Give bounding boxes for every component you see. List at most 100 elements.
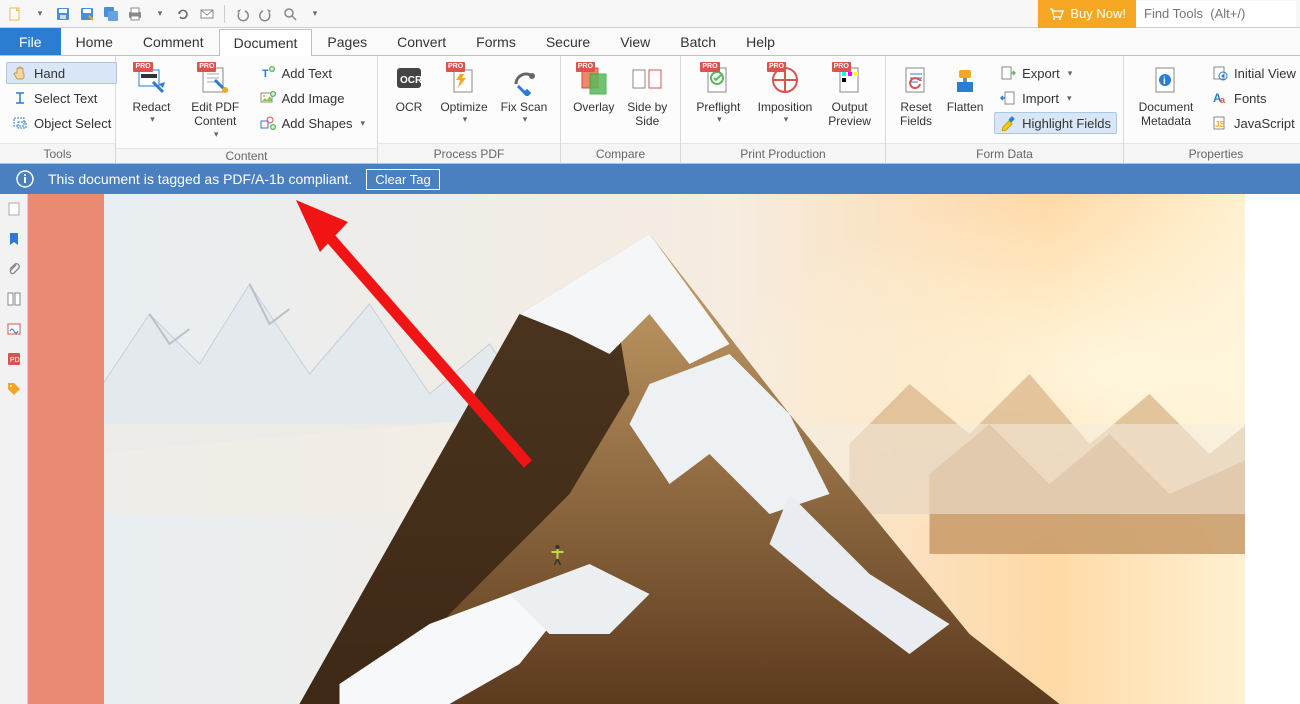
highlight-fields-button[interactable]: Highlight Fields bbox=[994, 112, 1117, 134]
buy-now-button[interactable]: Buy Now! bbox=[1038, 0, 1136, 28]
save-icon[interactable] bbox=[52, 3, 74, 25]
svg-text:i: i bbox=[1163, 76, 1166, 87]
fonts-label: Fonts bbox=[1234, 91, 1267, 106]
tab-home[interactable]: Home bbox=[61, 28, 128, 55]
object-select-label: Object Select bbox=[34, 116, 111, 131]
tab-pages[interactable]: Pages bbox=[312, 28, 382, 55]
save-as-icon[interactable] bbox=[76, 3, 98, 25]
object-select-tool[interactable]: Object Select bbox=[6, 112, 117, 134]
redo-icon[interactable] bbox=[255, 3, 277, 25]
find-tools-input[interactable] bbox=[1136, 1, 1296, 27]
add-shapes-icon bbox=[260, 115, 276, 131]
svg-text:a: a bbox=[1220, 95, 1226, 105]
javascript-button[interactable]: JS JavaScript bbox=[1206, 112, 1300, 134]
sidebar-tags-icon[interactable] bbox=[5, 380, 23, 398]
group-form-data: Reset Fields Flatten Export▾ Import▾ Hig… bbox=[886, 56, 1124, 163]
export-button[interactable]: Export▾ bbox=[994, 62, 1117, 84]
tab-batch[interactable]: Batch bbox=[665, 28, 731, 55]
tab-document[interactable]: Document bbox=[219, 29, 313, 56]
group-properties-label: Properties bbox=[1124, 143, 1300, 163]
tab-view[interactable]: View bbox=[605, 28, 665, 55]
redact-button[interactable]: PRO Redact▾ bbox=[122, 60, 181, 129]
sidebar-pages-icon[interactable] bbox=[5, 200, 23, 218]
initial-view-icon bbox=[1212, 65, 1228, 81]
document-canvas[interactable] bbox=[28, 194, 1300, 704]
tab-forms[interactable]: Forms bbox=[461, 28, 531, 55]
revert-icon[interactable] bbox=[172, 3, 194, 25]
flatten-button[interactable]: Flatten bbox=[940, 60, 990, 118]
initial-view-button[interactable]: Initial View bbox=[1206, 62, 1300, 84]
fix-scan-button[interactable]: Fix Scan▾ bbox=[494, 60, 554, 129]
flatten-label: Flatten bbox=[947, 100, 984, 114]
add-text-button[interactable]: T Add Text bbox=[254, 62, 371, 84]
ocr-button[interactable]: OCR OCR bbox=[384, 60, 434, 118]
imposition-button[interactable]: PRO Imposition▾ bbox=[750, 60, 821, 129]
export-icon bbox=[1000, 65, 1016, 81]
add-shapes-label: Add Shapes bbox=[282, 116, 353, 131]
optimize-button[interactable]: PRO Optimize▾ bbox=[434, 60, 494, 129]
new-doc-icon[interactable] bbox=[4, 3, 26, 25]
side-by-side-icon bbox=[631, 64, 663, 96]
edit-pdf-button[interactable]: PRO Edit PDF Content▾ bbox=[181, 60, 250, 144]
group-print-production-label: Print Production bbox=[681, 143, 885, 163]
compliance-infobar: This document is tagged as PDF/A-1b comp… bbox=[0, 164, 1300, 194]
side-by-side-button[interactable]: Side by Side bbox=[621, 60, 675, 133]
fonts-button[interactable]: Aa Fonts bbox=[1206, 87, 1300, 109]
add-image-label: Add Image bbox=[282, 91, 345, 106]
ribbon: Hand Select Text Object Select Tools PRO… bbox=[0, 56, 1300, 164]
add-shapes-button[interactable]: Add Shapes▾ bbox=[254, 112, 371, 134]
output-preview-label: Output Preview bbox=[822, 100, 877, 129]
preflight-button[interactable]: PRO Preflight▾ bbox=[687, 60, 750, 129]
svg-text:PDF: PDF bbox=[10, 357, 22, 364]
imposition-icon: PRO bbox=[769, 64, 801, 96]
sidebar-thumbnails-icon[interactable] bbox=[5, 290, 23, 308]
add-image-button[interactable]: Add Image bbox=[254, 87, 371, 109]
output-preview-button[interactable]: PRO Output Preview bbox=[820, 60, 879, 133]
group-content-label: Content bbox=[116, 148, 377, 163]
side-by-side-label: Side by Side bbox=[623, 100, 673, 129]
preflight-label: Preflight bbox=[696, 100, 740, 114]
svg-text:T: T bbox=[262, 68, 269, 80]
undo-icon[interactable] bbox=[231, 3, 253, 25]
workspace: PDF bbox=[0, 194, 1300, 704]
print-icon[interactable] bbox=[124, 3, 146, 25]
javascript-icon: JS bbox=[1212, 115, 1228, 131]
imposition-label: Imposition bbox=[758, 100, 813, 114]
sidebar-attachments-icon[interactable] bbox=[5, 260, 23, 278]
info-icon bbox=[16, 170, 34, 188]
left-sidebar: PDF bbox=[0, 194, 28, 704]
highlight-fields-label: Highlight Fields bbox=[1022, 116, 1111, 131]
preflight-icon: PRO bbox=[702, 64, 734, 96]
save-all-icon[interactable] bbox=[100, 3, 122, 25]
import-button[interactable]: Import▾ bbox=[994, 87, 1117, 109]
clear-tag-button[interactable]: Clear Tag bbox=[366, 169, 439, 190]
email-icon[interactable] bbox=[196, 3, 218, 25]
reset-fields-button[interactable]: Reset Fields bbox=[892, 60, 940, 133]
overlay-button[interactable]: PRO Overlay bbox=[567, 60, 621, 118]
sidebar-signatures-icon[interactable] bbox=[5, 320, 23, 338]
hand-label: Hand bbox=[34, 66, 65, 81]
hand-tool[interactable]: Hand bbox=[6, 62, 117, 84]
zoom-icon[interactable] bbox=[279, 3, 301, 25]
add-text-icon: T bbox=[260, 65, 276, 81]
select-text-tool[interactable]: Select Text bbox=[6, 87, 117, 109]
ocr-icon: OCR bbox=[393, 64, 425, 96]
group-tools-label: Tools bbox=[0, 143, 115, 163]
svg-text:JS: JS bbox=[1215, 120, 1225, 129]
qat-separator bbox=[224, 5, 225, 23]
tab-comment[interactable]: Comment bbox=[128, 28, 219, 55]
tab-help[interactable]: Help bbox=[731, 28, 790, 55]
doc-metadata-icon: i bbox=[1150, 64, 1182, 96]
page-left-margin bbox=[28, 194, 104, 704]
qat-menu-dropdown-icon[interactable]: ▾ bbox=[28, 3, 50, 25]
reset-fields-icon bbox=[900, 64, 932, 96]
quick-access-toolbar: ▾ ▾ ▾ Buy Now! bbox=[0, 0, 1300, 28]
sidebar-bookmarks-icon[interactable] bbox=[5, 230, 23, 248]
tab-file[interactable]: File bbox=[0, 28, 61, 55]
sidebar-security-icon[interactable]: PDF bbox=[5, 350, 23, 368]
print-dropdown-icon[interactable]: ▾ bbox=[148, 3, 170, 25]
tab-secure[interactable]: Secure bbox=[531, 28, 605, 55]
zoom-dropdown-icon[interactable]: ▾ bbox=[303, 3, 325, 25]
tab-convert[interactable]: Convert bbox=[382, 28, 461, 55]
doc-metadata-button[interactable]: i Document Metadata bbox=[1130, 60, 1202, 133]
